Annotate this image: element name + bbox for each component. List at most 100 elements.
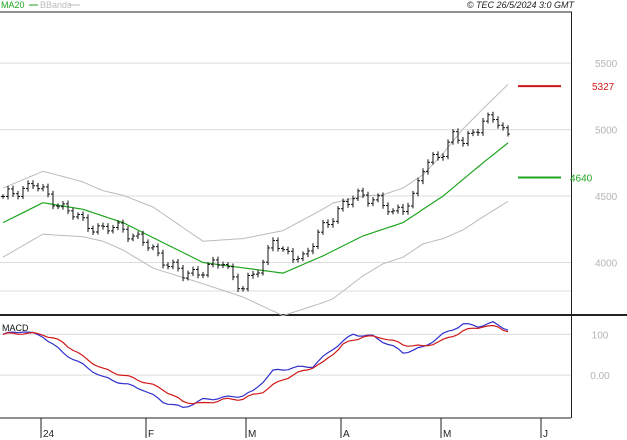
ohlc-bar [321,219,325,235]
ohlc-bar [271,237,275,252]
ohlc-bar [41,184,45,192]
ohlc-bar [331,218,335,228]
ohlc-bar [146,239,150,251]
x-tick-label: A [343,429,350,440]
ohlc-bar [311,243,315,255]
ohlc-bar [336,206,340,224]
ohlc-bar [86,214,90,232]
price-y-tick: 4500 [595,192,618,203]
ohlc-bar [291,247,295,264]
ohlc-bar [161,249,165,269]
bollinger-bands [2,84,509,317]
ohlc-bar [286,246,290,255]
x-tick-label: J [543,429,548,440]
ohlc-bar [396,204,400,214]
ohlc-bar [506,125,510,137]
ohlc-bar [491,111,495,123]
x-tick-label: M [248,429,256,440]
price-y-tick: 4000 [595,259,618,270]
ohlc-bar [26,180,30,192]
macd-series-signal [2,324,509,405]
macd-grid [0,333,571,376]
ohlc-bar [1,194,5,199]
ohlc-bar [236,273,240,292]
ohlc-bar [106,223,110,235]
ohlc-bar [96,223,100,235]
ohlc-bar [406,202,410,215]
stock-chart: MA20 BBands © TEC 26/5/2024 3:0 GMT 5327… [0,0,627,440]
ohlc-bar [251,270,255,279]
ohlc-bar [281,246,285,252]
chart-legend: MA20 BBands [1,0,80,10]
ohlc-bar [351,195,355,208]
macd-y-axis: 100 0.00 [590,330,610,382]
ohlc-bar [461,137,465,147]
ohlc-bar [416,177,420,197]
price-grid [0,62,571,292]
macd-y-tick: 100 [592,330,609,341]
ohlc-bar [71,207,75,220]
ohlc-bar [326,219,330,228]
ohlc-bar [451,129,455,145]
ohlc-bar [401,203,405,215]
ohlc-bar [391,208,395,215]
ohlc-bar [371,197,375,207]
bbands-upper [2,84,509,242]
ohlc-bar [156,243,160,257]
legend-ma20: MA20 [1,0,25,10]
ohlc-bar [196,266,200,279]
ohlc-bar [496,116,500,129]
macd-y-tick: 0.00 [590,371,610,382]
ohlc-bar [366,191,370,207]
ohlc-bar [6,185,10,200]
ohlc-bar [276,237,280,252]
ohlc-bar [191,266,195,276]
ohlc-bar [151,244,155,251]
ohlc-bar [136,231,140,240]
ohlc-bar [16,190,20,200]
ohlc-bar [21,185,25,199]
ohlc-bar [356,188,360,201]
ohlc-bar [176,258,180,272]
copyright-stamp: © TEC 26/5/2024 3:0 GMT [467,0,576,10]
ohlc-bar [101,222,105,230]
ohlc-bar [201,271,205,279]
ohlc-bar [91,225,95,235]
ohlc-bar [131,233,135,242]
price-y-tick: 5500 [595,59,618,70]
ohlc-bar [426,159,430,175]
ohlc-bar [81,211,85,221]
ohlc-bar [111,224,115,234]
ohlc-bar [46,183,50,198]
ohlc-bar [411,190,415,209]
x-tick-label: F [148,429,154,440]
ohlc-bar [11,185,15,198]
ohlc-bar [51,190,55,210]
ohlc-bar [206,262,210,278]
ohlc-bar [296,255,300,263]
ohlc-bar [171,259,175,270]
x-tick-label: M [443,429,451,440]
x-tick-label: 24 [43,429,55,440]
ohlc-bar [466,130,470,147]
ohlc-bar [386,202,390,216]
ohlc-bar [166,262,170,270]
ohlc-bar [31,180,35,190]
ohlc-bar [481,118,485,136]
x-axis: 24 F M A M J [0,417,571,440]
ohlc-bar [246,272,250,292]
bbands-lower [2,200,509,317]
ohlc-bar [306,247,310,258]
ohlc-bar [456,128,460,144]
legend-bbands: BBands [40,0,72,10]
ohlc-bar [126,226,130,243]
ohlc-bar [256,269,260,278]
ohlc-bar [181,265,185,282]
ohlc-bar [471,129,475,137]
ohlc-bar [436,151,440,161]
ohlc-bar [76,212,80,220]
price-level-label: 4640 [570,173,593,184]
ohlc-bar [486,112,490,124]
price-y-tick: 5000 [595,126,618,137]
price-level-label: 5327 [592,82,615,93]
